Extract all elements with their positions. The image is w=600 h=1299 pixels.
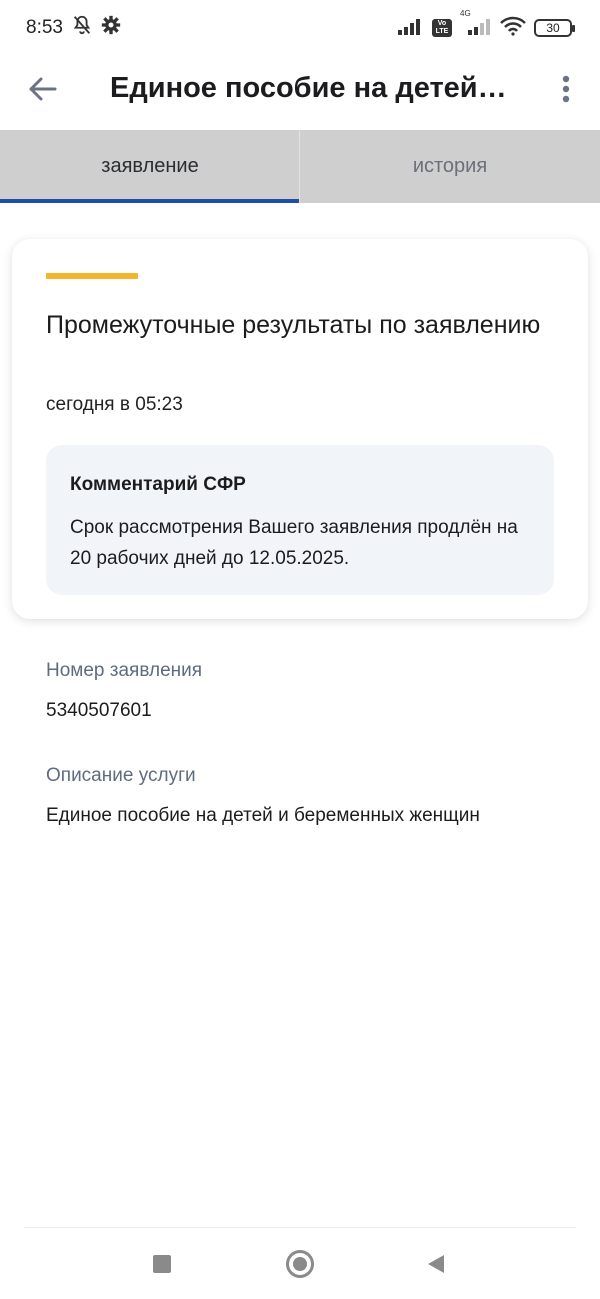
signal-icon (398, 17, 424, 40)
screen: 8:53 Vo LTE 4G 30 Единое пособие на дете… (0, 0, 600, 1299)
more-vertical-icon[interactable] (552, 72, 580, 106)
tab-bar: заявление история (0, 130, 600, 203)
comment-text: Срок рассмотрения Вашего заявления продл… (70, 517, 518, 569)
accent-bar (46, 273, 138, 279)
comment-title: Комментарий СФР (70, 474, 246, 495)
tab-application[interactable]: заявление (0, 130, 300, 203)
back-triangle-icon[interactable] (426, 1254, 446, 1274)
result-card: Промежуточные результаты по заявлению се… (12, 239, 588, 619)
system-nav-bar (0, 1228, 600, 1299)
arrow-left-icon[interactable] (26, 72, 60, 106)
battery-icon: 30 (534, 19, 575, 37)
battery-level: 30 (546, 21, 560, 35)
service-description-label: Описание услуги (46, 765, 196, 786)
wifi-icon (500, 16, 526, 41)
application-number-value: 5340507601 (46, 700, 152, 721)
tab-history[interactable]: история (300, 130, 600, 203)
recents-icon[interactable] (153, 1255, 171, 1273)
status-time: 8:53 (26, 17, 63, 38)
bell-off-icon (71, 14, 93, 42)
volte-icon: Vo LTE (432, 19, 452, 37)
home-icon[interactable] (286, 1250, 314, 1278)
page-title: Единое пособие на детей… (110, 72, 507, 104)
signal-icon-2: 4G (460, 9, 492, 40)
card-timestamp: сегодня в 05:23 (46, 394, 183, 415)
comment-box: Комментарий СФР Срок рассмотрения Вашего… (46, 445, 554, 595)
application-number-label: Номер заявления (46, 660, 203, 681)
app-bar: Единое пособие на детей… (0, 56, 600, 130)
service-description-value: Единое пособие на детей и беременных жен… (46, 805, 480, 826)
network-type: 4G (460, 8, 471, 18)
status-bar: 8:53 Vo LTE 4G 30 (0, 0, 600, 56)
card-title: Промежуточные результаты по заявлению (46, 311, 541, 339)
gear-icon (101, 15, 121, 41)
tab-divider (299, 130, 300, 203)
